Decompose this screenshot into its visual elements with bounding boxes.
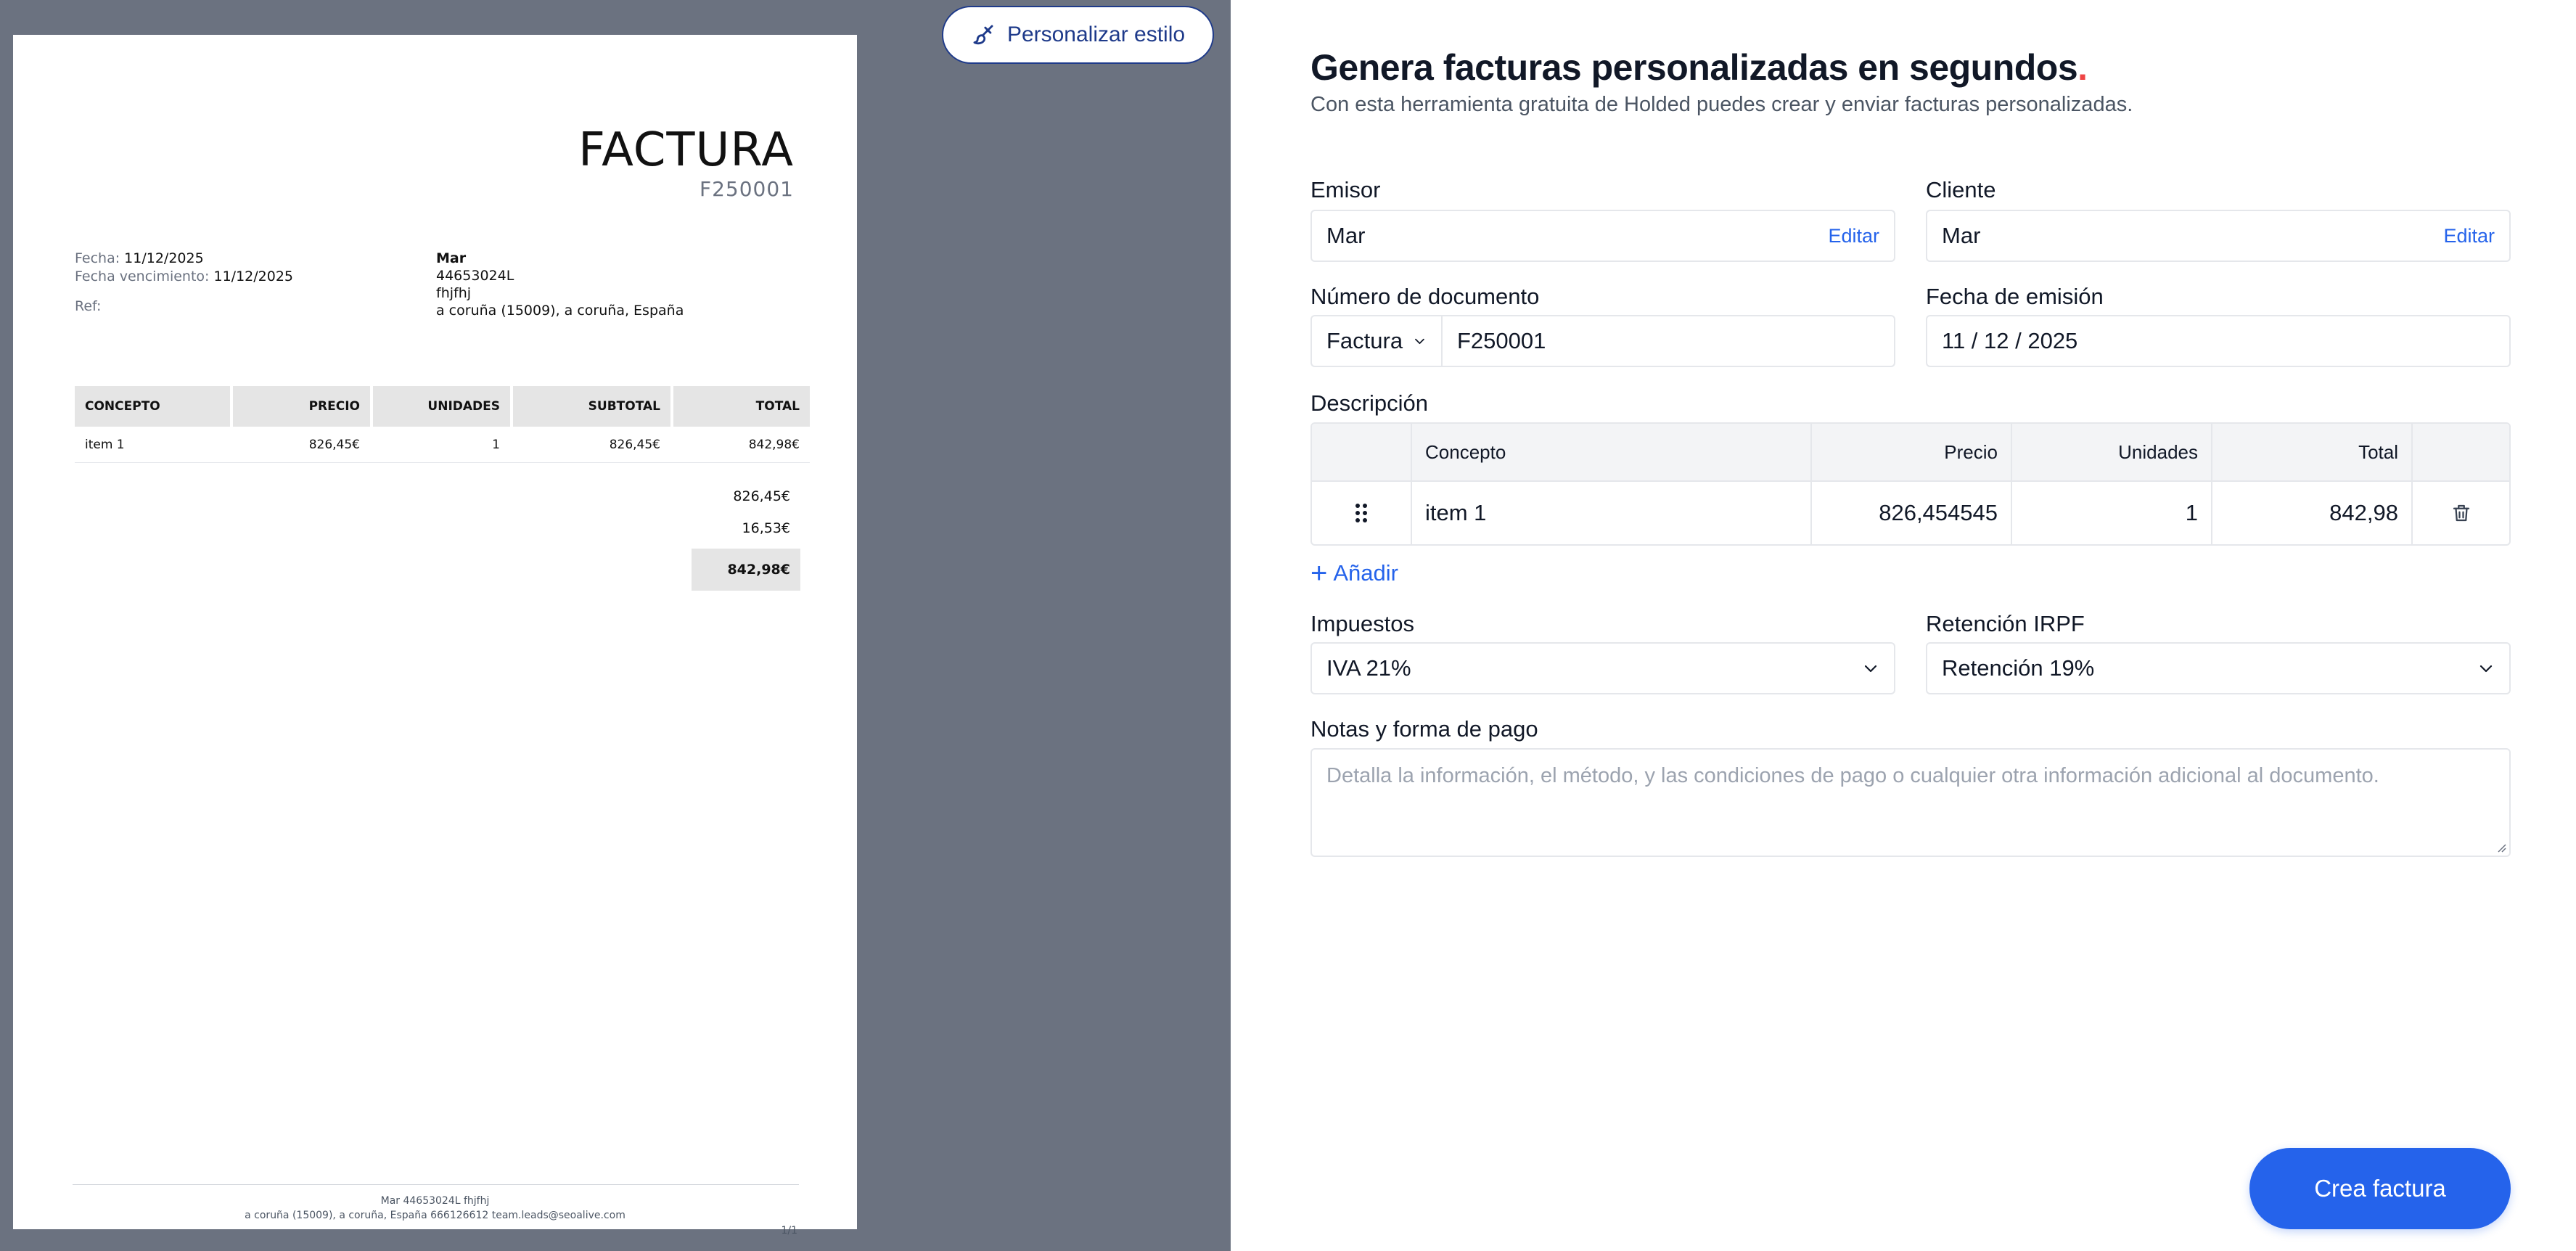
row-units: 1 <box>492 437 500 452</box>
document-client: Mar 44653024L fhjfhj a coruña (15009), a… <box>436 250 684 319</box>
header-concept: Concepto <box>1412 424 1812 480</box>
irpf-value: Retención 19% <box>1942 655 2095 681</box>
notes-placeholder: Detalla la información, el método, y las… <box>1326 764 2379 787</box>
customize-style-label: Personalizar estilo <box>1006 22 1186 46</box>
total-amount: 842,98€ <box>692 549 800 591</box>
client-edit-link[interactable]: Editar <box>2443 225 2495 247</box>
doc-type-select[interactable]: Factura <box>1310 315 1441 367</box>
client-label: Cliente <box>1926 177 1996 202</box>
add-line-label: Añadir <box>1333 560 1398 586</box>
invoice-preview-panel: FACTURA F250001 Fecha: 11/12/2025 Fecha … <box>0 0 1231 1251</box>
resize-handle-icon[interactable] <box>2496 842 2506 853</box>
due-date-label: Fecha vencimiento: <box>75 268 210 284</box>
customize-style-button[interactable]: Personalizar estilo <box>942 6 1214 64</box>
page-indicator: 1/1 <box>781 1225 797 1236</box>
line-concept-input[interactable]: item 1 <box>1412 482 1812 544</box>
row-total: 842,98€ <box>748 437 800 452</box>
lines-table-header: Concepto Precio Unidades Total <box>1312 424 2509 482</box>
document-lines-table: CONCEPTO PRECIO UNIDADES SUBTOTAL TOTAL … <box>75 386 810 463</box>
issue-date-input[interactable]: 11 / 12 / 2025 <box>1926 315 2511 367</box>
lines-table: Concepto Precio Unidades Total item 1 82… <box>1310 422 2511 546</box>
client-line: fhjfhj <box>436 285 472 301</box>
irpf-label: Retención IRPF <box>1926 611 2085 636</box>
doc-number-input[interactable]: F250001 <box>1441 315 1895 367</box>
notes-textarea[interactable]: Detalla la información, el método, y las… <box>1310 748 2511 857</box>
table-row: item 1 826,45€ 1 826,45€ 842,98€ <box>75 427 810 463</box>
header-actions-cell <box>2413 424 2509 480</box>
page-subtitle: Con esta herramienta gratuita de Holded … <box>1310 93 2133 116</box>
footer-line-2: a coruña (15009), a coruña, España 66612… <box>245 1210 625 1221</box>
client-name: Mar <box>436 250 467 266</box>
row-subtotal: 826,45€ <box>609 437 660 452</box>
irpf-select[interactable]: Retención 19% <box>1926 642 2511 694</box>
taxes-select[interactable]: IVA 21% <box>1310 642 1895 694</box>
column-header-precio: PRECIO <box>233 386 370 427</box>
create-invoice-button[interactable]: Crea factura <box>2249 1148 2511 1229</box>
issue-date-label: Fecha de emisión <box>1926 284 2104 309</box>
table-row: item 1 826,454545 1 842,98 <box>1312 482 2509 544</box>
description-label: Descripción <box>1310 390 1428 416</box>
date-label: Fecha: <box>75 250 120 266</box>
client-tax-id: 44653024L <box>436 268 514 284</box>
page-title-text: Genera facturas personalizadas en segund… <box>1310 47 2078 88</box>
chevron-down-icon <box>1864 665 1877 673</box>
taxes-value: IVA 21% <box>1326 655 1411 681</box>
notes-label: Notas y forma de pago <box>1310 716 1538 742</box>
column-header-subtotal: SUBTOTAL <box>513 386 670 427</box>
delete-line-button[interactable] <box>2413 482 2509 544</box>
doc-number-label: Número de documento <box>1310 284 1540 309</box>
document-number: F250001 <box>700 177 794 201</box>
plus-icon: + <box>1310 557 1328 589</box>
page-title-dot: . <box>2077 47 2088 88</box>
client-value: Mar <box>1942 223 1981 248</box>
document-footer: Mar 44653024L fhjfhj a coruña (15009), a… <box>13 1194 857 1223</box>
subtotal-amount: 826,45€ <box>733 488 790 504</box>
column-header-unidades: UNIDADES <box>373 386 510 427</box>
header-total: Total <box>2212 424 2413 480</box>
line-total-input[interactable]: 842,98 <box>2212 482 2413 544</box>
trash-icon <box>2453 504 2469 522</box>
due-date-value: 11/12/2025 <box>213 268 294 284</box>
due-date-row: Fecha vencimiento: 11/12/2025 <box>75 268 293 286</box>
date-value: 11/12/2025 <box>124 250 204 266</box>
row-concept: item 1 <box>85 437 125 452</box>
document-title: FACTURA <box>578 123 794 177</box>
client-field[interactable]: Mar Editar <box>1926 210 2511 262</box>
page-title: Genera facturas personalizadas en segund… <box>1310 46 2088 89</box>
doc-type-value: Factura <box>1326 328 1403 353</box>
invoice-form-panel: Genera facturas personalizadas en segund… <box>1231 0 2576 1251</box>
row-price: 826,45€ <box>308 437 360 452</box>
header-drag-cell <box>1312 424 1412 480</box>
issue-date-value: 11 / 12 / 2025 <box>1942 328 2078 353</box>
tax-amount: 16,53€ <box>742 520 790 536</box>
drag-handle[interactable] <box>1312 482 1412 544</box>
document-meta: Fecha: 11/12/2025 Fecha vencimiento: 11/… <box>75 250 293 316</box>
chevron-down-icon <box>1415 338 1424 345</box>
line-price-input[interactable]: 826,454545 <box>1812 482 2012 544</box>
add-line-button[interactable]: + Añadir <box>1310 559 1398 588</box>
ref-label: Ref: <box>75 298 102 314</box>
issuer-value: Mar <box>1326 223 1366 248</box>
issuer-field[interactable]: Mar Editar <box>1310 210 1895 262</box>
brush-icon <box>973 25 993 45</box>
issuer-label: Emisor <box>1310 177 1381 202</box>
header-price: Precio <box>1812 424 2012 480</box>
invoice-document: FACTURA F250001 Fecha: 11/12/2025 Fecha … <box>13 35 857 1236</box>
footer-line-1: Mar 44653024L fhjfhj <box>380 1195 490 1207</box>
column-header-concepto: CONCEPTO <box>75 386 230 427</box>
drag-handle-icon <box>1355 504 1367 522</box>
taxes-label: Impuestos <box>1310 611 1415 636</box>
column-header-total: TOTAL <box>673 386 810 427</box>
doc-number-value: F250001 <box>1457 328 1546 353</box>
document-table-header: CONCEPTO PRECIO UNIDADES SUBTOTAL TOTAL <box>75 386 810 427</box>
ref-row: Ref: <box>75 298 293 316</box>
footer-divider <box>73 1184 799 1185</box>
document-totals: 826,45€ 16,53€ 842,98€ <box>692 480 800 591</box>
issuer-edit-link[interactable]: Editar <box>1828 225 1879 247</box>
line-units-input[interactable]: 1 <box>2012 482 2212 544</box>
chevron-down-icon <box>2479 665 2493 673</box>
client-address: a coruña (15009), a coruña, España <box>436 303 684 319</box>
date-row: Fecha: 11/12/2025 <box>75 250 293 268</box>
header-units: Unidades <box>2012 424 2212 480</box>
